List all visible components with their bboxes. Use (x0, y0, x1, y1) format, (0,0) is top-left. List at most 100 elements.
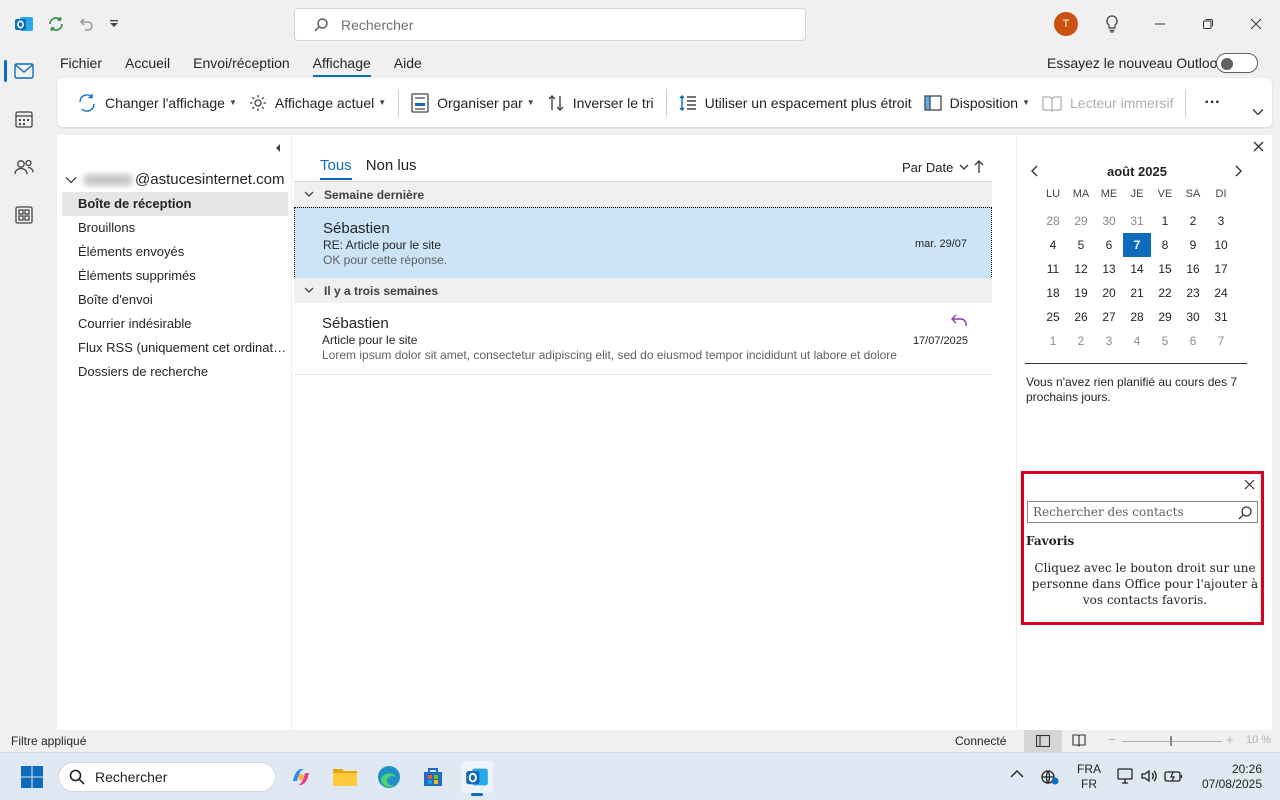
calendar-day-today[interactable]: 7 (1123, 233, 1151, 257)
display-icon[interactable] (1116, 767, 1134, 785)
calendar-day[interactable]: 30 (1095, 209, 1123, 233)
calendar-day[interactable]: 11 (1039, 257, 1067, 281)
apps-icon[interactable] (0, 192, 48, 238)
calendar-day[interactable]: 6 (1179, 329, 1207, 353)
calendar-day[interactable]: 29 (1151, 305, 1179, 329)
collapse-pane-icon[interactable] (273, 141, 283, 155)
calendar-icon[interactable] (0, 96, 48, 142)
message-item[interactable]: Sébastien RE: Article pour le site OK po… (294, 207, 992, 279)
layout-button[interactable]: Disposition ▼ (918, 87, 1036, 119)
calendar-day[interactable]: 18 (1039, 281, 1067, 305)
folder-deleted[interactable]: Éléments supprimés (62, 264, 288, 288)
calendar-day[interactable]: 6 (1095, 233, 1123, 257)
account-header[interactable]: @astucesinternet.com (65, 171, 284, 188)
calendar-day[interactable]: 19 (1067, 281, 1095, 305)
folder-outbox[interactable]: Boîte d'envoi (62, 288, 288, 312)
calendar-day[interactable]: 2 (1067, 329, 1095, 353)
calendar-day[interactable]: 3 (1207, 209, 1235, 233)
zoom-slider[interactable] (1122, 741, 1222, 742)
calendar-day[interactable]: 28 (1039, 209, 1067, 233)
calendar-day[interactable]: 10 (1207, 233, 1235, 257)
sort-direction-icon[interactable] (974, 160, 984, 174)
group-header-three-weeks[interactable]: Il y a trois semaines (294, 278, 992, 303)
input-language[interactable]: FRA FR (1076, 762, 1102, 792)
close-window-icon[interactable] (1244, 12, 1268, 36)
zoom-slider-thumb[interactable] (1170, 736, 1172, 746)
next-month-icon[interactable] (1234, 165, 1242, 177)
zoom-out-button[interactable]: − (1108, 732, 1116, 747)
clock[interactable]: 20:26 07/08/2025 (1198, 762, 1262, 792)
search-box[interactable]: Rechercher (294, 8, 806, 41)
menu-affichage[interactable]: Affichage (309, 52, 382, 77)
more-options-button[interactable]: ··· (1192, 87, 1232, 119)
calendar-day[interactable]: 9 (1179, 233, 1207, 257)
folder-inbox[interactable]: Boîte de réception (62, 192, 288, 216)
folder-drafts[interactable]: Brouillons (62, 216, 288, 240)
calendar-day[interactable]: 5 (1151, 329, 1179, 353)
calendar-day[interactable]: 5 (1067, 233, 1095, 257)
minimize-icon[interactable] (1148, 12, 1172, 36)
windows-start-icon[interactable] (20, 765, 44, 789)
calendar-day[interactable]: 30 (1179, 305, 1207, 329)
calendar-day[interactable]: 1 (1039, 329, 1067, 353)
taskbar-search[interactable]: Rechercher (58, 762, 276, 792)
calendar-day[interactable]: 31 (1207, 305, 1235, 329)
calendar-day[interactable]: 21 (1123, 281, 1151, 305)
compact-spacing-button[interactable]: Utiliser un espacement plus étroit (673, 87, 918, 119)
calendar-day[interactable]: 17 (1207, 257, 1235, 281)
change-view-button[interactable]: Changer l'affichage ▼ (71, 87, 243, 119)
restore-icon[interactable] (1196, 12, 1220, 36)
calendar-day[interactable]: 2 (1179, 209, 1207, 233)
copilot-icon[interactable] (285, 761, 317, 793)
tab-all[interactable]: Tous (320, 157, 352, 180)
reverse-sort-button[interactable]: Inverser le tri (541, 87, 660, 119)
close-todo-icon[interactable] (1253, 141, 1264, 152)
lightbulb-icon[interactable] (1100, 12, 1124, 36)
calendar-day[interactable]: 16 (1179, 257, 1207, 281)
calendar-day[interactable]: 4 (1123, 329, 1151, 353)
calendar-day[interactable]: 15 (1151, 257, 1179, 281)
calendar-day[interactable]: 22 (1151, 281, 1179, 305)
file-explorer-icon[interactable] (329, 761, 361, 793)
calendar-day[interactable]: 4 (1039, 233, 1067, 257)
microsoft-store-icon[interactable] (417, 761, 449, 793)
undo-icon[interactable] (74, 12, 98, 36)
edge-browser-icon[interactable] (373, 761, 405, 793)
volume-icon[interactable] (1140, 767, 1158, 785)
immersive-reader-button[interactable]: Lecteur immersif (1036, 87, 1179, 119)
calendar-day[interactable]: 28 (1123, 305, 1151, 329)
try-new-outlook-toggle[interactable] (1216, 53, 1258, 73)
avatar[interactable]: T (1054, 12, 1078, 36)
network-weather-icon[interactable] (1040, 767, 1060, 787)
zoom-in-button[interactable]: + (1226, 732, 1234, 747)
previous-month-icon[interactable] (1031, 165, 1039, 177)
message-item[interactable]: Sébastien Article pour le site Lorem ips… (294, 303, 992, 375)
menu-envoi-reception[interactable]: Envoi/réception (189, 52, 301, 74)
folder-sent[interactable]: Éléments envoyés (62, 240, 288, 264)
battery-icon[interactable] (1164, 767, 1184, 785)
show-hidden-icons-chevron[interactable] (1010, 769, 1024, 778)
sync-icon[interactable] (44, 12, 68, 36)
calendar-day[interactable]: 1 (1151, 209, 1179, 233)
sort-dropdown[interactable]: Par Date (902, 160, 969, 175)
outlook-taskbar-icon[interactable] (461, 761, 493, 796)
menu-aide[interactable]: Aide (390, 52, 433, 74)
folder-rss[interactable]: Flux RSS (uniquement cet ordinate... (62, 336, 288, 360)
calendar-day[interactable]: 3 (1095, 329, 1123, 353)
expand-ribbon-icon[interactable] (1252, 108, 1264, 116)
calendar-day[interactable]: 23 (1179, 281, 1207, 305)
contact-search-input[interactable]: Rechercher des contacts (1027, 501, 1258, 523)
folder-search[interactable]: Dossiers de recherche (62, 360, 288, 384)
calendar-day[interactable]: 12 (1067, 257, 1095, 281)
calendar-day[interactable]: 20 (1095, 281, 1123, 305)
calendar-day[interactable]: 24 (1207, 281, 1235, 305)
folder-junk[interactable]: Courrier indésirable (62, 312, 288, 336)
calendar-day[interactable]: 31 (1123, 209, 1151, 233)
calendar-day[interactable]: 29 (1067, 209, 1095, 233)
calendar-day[interactable]: 27 (1095, 305, 1123, 329)
tab-unread[interactable]: Non lus (366, 157, 417, 174)
calendar-day[interactable]: 26 (1067, 305, 1095, 329)
calendar-day[interactable]: 25 (1039, 305, 1067, 329)
customize-quick-access-icon[interactable] (102, 12, 126, 36)
mail-icon[interactable] (0, 48, 48, 94)
